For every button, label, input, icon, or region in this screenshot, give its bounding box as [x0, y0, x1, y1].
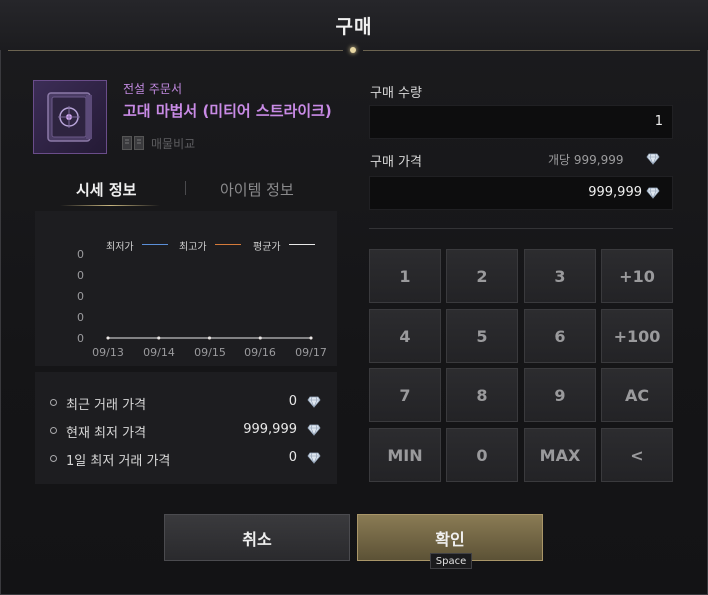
header-divider-left	[8, 50, 343, 51]
quantity-label: 구매 수량	[370, 86, 422, 101]
keypad-key-6[interactable]: 6	[524, 309, 596, 363]
legend-swatch-avg	[289, 244, 315, 245]
keypad-key-plus10[interactable]: +10	[601, 249, 673, 303]
header-divider-right	[363, 50, 700, 51]
bullet-icon	[50, 455, 57, 462]
legend-swatch-high	[215, 244, 241, 245]
price-label: 구매 가격	[370, 155, 422, 170]
bullet-icon	[50, 427, 57, 434]
legend-label-high: 최고가	[179, 242, 207, 253]
x-tick-label: 09/17	[295, 346, 327, 359]
keypad-key-8[interactable]: 8	[446, 368, 518, 422]
y-tick-label: 0	[77, 311, 84, 324]
stat-value-recent-trade: 0	[288, 394, 297, 409]
keypad-key-backspace[interactable]: <	[601, 428, 673, 482]
keypad-key-2[interactable]: 2	[446, 249, 518, 303]
stat-value-current-lowest: 999,999	[243, 422, 297, 437]
y-tick-label: 0	[77, 332, 84, 345]
legend-label-low: 최저가	[106, 242, 134, 253]
keypad-key-4[interactable]: 4	[369, 309, 441, 363]
compare-icon[interactable]	[122, 135, 144, 150]
stat-label-recent-trade: 최근 거래 가격	[66, 398, 147, 413]
tab-item-info[interactable]: 아이템 정보	[220, 179, 294, 200]
stat-label-daily-lowest: 1일 최저 거래 가격	[66, 454, 171, 469]
diamond-icon	[307, 452, 321, 464]
tab-market-info[interactable]: 시세 정보	[76, 179, 136, 200]
keypad-key-min[interactable]: MIN	[369, 428, 441, 482]
y-tick-label: 0	[77, 269, 84, 282]
total-price-field: 999,999	[369, 176, 673, 210]
x-tick-label: 09/16	[244, 346, 276, 359]
legend-swatch-low	[142, 244, 168, 245]
active-tab-indicator	[60, 205, 160, 206]
keypad-key-9[interactable]: 9	[524, 368, 596, 422]
keypad-key-1[interactable]: 1	[369, 249, 441, 303]
x-tick-label: 09/14	[143, 346, 175, 359]
diamond-icon	[307, 424, 321, 436]
quantity-value: 1	[654, 114, 663, 129]
keypad-key-7[interactable]: 7	[369, 368, 441, 422]
keypad-key-clear[interactable]: AC	[601, 368, 673, 422]
unit-price-text: 개당 999,999	[548, 153, 624, 167]
y-tick-label: 0	[77, 248, 84, 261]
x-tick-label: 09/13	[92, 346, 124, 359]
diamond-icon	[646, 153, 660, 165]
keypad-divider	[369, 228, 673, 229]
keypad-key-max[interactable]: MAX	[524, 428, 596, 482]
diamond-icon	[307, 396, 321, 408]
stat-value-daily-lowest: 0	[288, 450, 297, 465]
bullet-icon	[50, 399, 57, 406]
dialog-title: 구매	[335, 16, 373, 38]
header-ornament-icon	[350, 47, 356, 53]
item-spellbook-icon[interactable]	[33, 80, 107, 154]
diamond-icon	[646, 187, 660, 199]
tab-separator	[185, 181, 186, 195]
stat-label-current-lowest: 현재 최저 가격	[66, 426, 147, 441]
total-price-value: 999,999	[588, 185, 642, 200]
x-tick-label: 09/15	[194, 346, 226, 359]
keypad-key-3[interactable]: 3	[524, 249, 596, 303]
compare-button-label[interactable]: 매물비교	[151, 135, 195, 152]
keypad-key-5[interactable]: 5	[446, 309, 518, 363]
legend-label-avg: 평균가	[253, 242, 281, 253]
confirm-hotkey-badge: Space	[430, 553, 472, 569]
cancel-button[interactable]: 취소	[164, 514, 350, 561]
item-grade: 전설 주문서	[123, 82, 183, 96]
item-name: 고대 마법서 (미티어 스트라이크)	[123, 102, 332, 120]
keypad-key-0[interactable]: 0	[446, 428, 518, 482]
keypad-key-plus100[interactable]: +100	[601, 309, 673, 363]
y-tick-label: 0	[77, 290, 84, 303]
quantity-input[interactable]: 1	[369, 105, 673, 139]
